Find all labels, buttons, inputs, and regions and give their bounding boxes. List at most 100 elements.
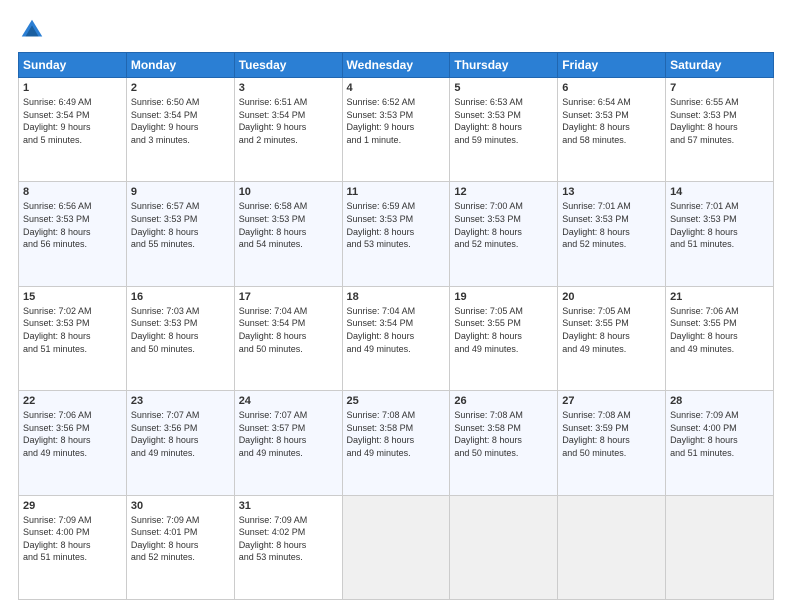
day-info: Sunrise: 7:08 AM Sunset: 3:58 PM Dayligh… [347, 409, 446, 459]
calendar-cell: 12 Sunrise: 7:00 AM Sunset: 3:53 PM Dayli… [450, 182, 558, 286]
day-info: Sunrise: 7:09 AM Sunset: 4:01 PM Dayligh… [131, 514, 230, 564]
day-number: 3 [239, 82, 338, 94]
day-number: 2 [131, 82, 230, 94]
day-info: Sunrise: 7:06 AM Sunset: 3:55 PM Dayligh… [670, 305, 769, 355]
day-info: Sunrise: 6:52 AM Sunset: 3:53 PM Dayligh… [347, 96, 446, 146]
day-number: 5 [454, 82, 553, 94]
day-info: Sunrise: 6:53 AM Sunset: 3:53 PM Dayligh… [454, 96, 553, 146]
calendar-cell: 30 Sunrise: 7:09 AM Sunset: 4:01 PM Dayli… [126, 495, 234, 599]
day-number: 11 [347, 186, 446, 198]
calendar-cell: 2 Sunrise: 6:50 AM Sunset: 3:54 PM Daylig… [126, 78, 234, 182]
col-header-thursday: Thursday [450, 53, 558, 78]
day-info: Sunrise: 6:49 AM Sunset: 3:54 PM Dayligh… [23, 96, 122, 146]
day-info: Sunrise: 7:09 AM Sunset: 4:00 PM Dayligh… [23, 514, 122, 564]
page: SundayMondayTuesdayWednesdayThursdayFrid… [0, 0, 792, 612]
calendar-cell: 3 Sunrise: 6:51 AM Sunset: 3:54 PM Daylig… [234, 78, 342, 182]
day-info: Sunrise: 7:04 AM Sunset: 3:54 PM Dayligh… [347, 305, 446, 355]
day-info: Sunrise: 6:57 AM Sunset: 3:53 PM Dayligh… [131, 200, 230, 250]
calendar-cell: 31 Sunrise: 7:09 AM Sunset: 4:02 PM Dayli… [234, 495, 342, 599]
day-number: 7 [670, 82, 769, 94]
day-number: 28 [670, 395, 769, 407]
day-number: 23 [131, 395, 230, 407]
day-info: Sunrise: 7:06 AM Sunset: 3:56 PM Dayligh… [23, 409, 122, 459]
calendar-cell [342, 495, 450, 599]
calendar-cell: 4 Sunrise: 6:52 AM Sunset: 3:53 PM Daylig… [342, 78, 450, 182]
calendar-cell: 20 Sunrise: 7:05 AM Sunset: 3:55 PM Dayli… [558, 286, 666, 390]
day-number: 16 [131, 291, 230, 303]
day-number: 29 [23, 500, 122, 512]
calendar-cell: 13Sunrise: 7:01 AM Sunset: 3:53 PM Dayli… [558, 182, 666, 286]
calendar-cell: 18 Sunrise: 7:04 AM Sunset: 3:54 PM Dayli… [342, 286, 450, 390]
calendar-cell: 24 Sunrise: 7:07 AM Sunset: 3:57 PM Dayli… [234, 391, 342, 495]
day-number: 18 [347, 291, 446, 303]
calendar-cell: 6 Sunrise: 6:54 AM Sunset: 3:53 PM Daylig… [558, 78, 666, 182]
calendar-cell: 26 Sunrise: 7:08 AM Sunset: 3:58 PM Dayli… [450, 391, 558, 495]
calendar-cell: 11 Sunrise: 6:59 AM Sunset: 3:53 PM Dayli… [342, 182, 450, 286]
day-info: Sunrise: 7:09 AM Sunset: 4:02 PM Dayligh… [239, 514, 338, 564]
day-info: Sunrise: 7:08 AM Sunset: 3:58 PM Dayligh… [454, 409, 553, 459]
calendar-cell: 22 Sunrise: 7:06 AM Sunset: 3:56 PM Dayli… [19, 391, 127, 495]
day-number: 22 [23, 395, 122, 407]
day-info: Sunrise: 7:03 AM Sunset: 3:53 PM Dayligh… [131, 305, 230, 355]
col-header-monday: Monday [126, 53, 234, 78]
day-number: 31 [239, 500, 338, 512]
day-number: 30 [131, 500, 230, 512]
calendar-cell: 5 Sunrise: 6:53 AM Sunset: 3:53 PM Daylig… [450, 78, 558, 182]
col-header-saturday: Saturday [666, 53, 774, 78]
calendar-cell: 8Sunrise: 6:56 AM Sunset: 3:53 PM Daylig… [19, 182, 127, 286]
day-number: 24 [239, 395, 338, 407]
day-info: Sunrise: 6:51 AM Sunset: 3:54 PM Dayligh… [239, 96, 338, 146]
calendar-cell: 17 Sunrise: 7:04 AM Sunset: 3:54 PM Dayli… [234, 286, 342, 390]
day-info: Sunrise: 7:04 AM Sunset: 3:54 PM Dayligh… [239, 305, 338, 355]
calendar-cell: 21Sunrise: 7:06 AM Sunset: 3:55 PM Dayli… [666, 286, 774, 390]
calendar-cell: 25 Sunrise: 7:08 AM Sunset: 3:58 PM Dayli… [342, 391, 450, 495]
day-info: Sunrise: 7:08 AM Sunset: 3:59 PM Dayligh… [562, 409, 661, 459]
day-info: Sunrise: 7:05 AM Sunset: 3:55 PM Dayligh… [562, 305, 661, 355]
calendar-cell [666, 495, 774, 599]
day-number: 1 [23, 82, 122, 94]
day-number: 8 [23, 186, 122, 198]
day-number: 17 [239, 291, 338, 303]
logo-icon [18, 16, 46, 44]
day-number: 20 [562, 291, 661, 303]
day-info: Sunrise: 7:00 AM Sunset: 3:53 PM Dayligh… [454, 200, 553, 250]
day-number: 27 [562, 395, 661, 407]
col-header-sunday: Sunday [19, 53, 127, 78]
day-info: Sunrise: 6:55 AM Sunset: 3:53 PM Dayligh… [670, 96, 769, 146]
day-number: 12 [454, 186, 553, 198]
calendar-cell: 7 Sunrise: 6:55 AM Sunset: 3:53 PM Daylig… [666, 78, 774, 182]
day-info: Sunrise: 6:59 AM Sunset: 3:53 PM Dayligh… [347, 200, 446, 250]
day-info: Sunrise: 6:54 AM Sunset: 3:53 PM Dayligh… [562, 96, 661, 146]
calendar-cell: 9 Sunrise: 6:57 AM Sunset: 3:53 PM Daylig… [126, 182, 234, 286]
day-info: Sunrise: 7:05 AM Sunset: 3:55 PM Dayligh… [454, 305, 553, 355]
day-number: 25 [347, 395, 446, 407]
day-info: Sunrise: 7:01 AM Sunset: 3:53 PM Dayligh… [670, 200, 769, 250]
col-header-friday: Friday [558, 53, 666, 78]
calendar-cell: 10Sunrise: 6:58 AM Sunset: 3:53 PM Dayli… [234, 182, 342, 286]
day-number: 6 [562, 82, 661, 94]
day-info: Sunrise: 7:02 AM Sunset: 3:53 PM Dayligh… [23, 305, 122, 355]
day-number: 9 [131, 186, 230, 198]
calendar-cell [558, 495, 666, 599]
calendar-cell: 27 Sunrise: 7:08 AM Sunset: 3:59 PM Dayli… [558, 391, 666, 495]
day-info: Sunrise: 7:01 AM Sunset: 3:53 PM Dayligh… [562, 200, 661, 250]
calendar-cell: 29 Sunrise: 7:09 AM Sunset: 4:00 PM Dayli… [19, 495, 127, 599]
day-number: 4 [347, 82, 446, 94]
calendar-cell: 1 Sunrise: 6:49 AM Sunset: 3:54 PM Daylig… [19, 78, 127, 182]
day-info: Sunrise: 7:07 AM Sunset: 3:56 PM Dayligh… [131, 409, 230, 459]
day-info: Sunrise: 7:07 AM Sunset: 3:57 PM Dayligh… [239, 409, 338, 459]
day-number: 15 [23, 291, 122, 303]
col-header-wednesday: Wednesday [342, 53, 450, 78]
day-number: 19 [454, 291, 553, 303]
day-number: 26 [454, 395, 553, 407]
calendar-cell: 15 Sunrise: 7:02 AM Sunset: 3:53 PM Dayli… [19, 286, 127, 390]
day-info: Sunrise: 7:09 AM Sunset: 4:00 PM Dayligh… [670, 409, 769, 459]
day-info: Sunrise: 6:50 AM Sunset: 3:54 PM Dayligh… [131, 96, 230, 146]
logo [18, 16, 50, 44]
day-number: 10 [239, 186, 338, 198]
calendar-cell: 14Sunrise: 7:01 AM Sunset: 3:53 PM Dayli… [666, 182, 774, 286]
col-header-tuesday: Tuesday [234, 53, 342, 78]
calendar-cell: 19 Sunrise: 7:05 AM Sunset: 3:55 PM Dayli… [450, 286, 558, 390]
calendar-table: SundayMondayTuesdayWednesdayThursdayFrid… [18, 52, 774, 600]
calendar-cell [450, 495, 558, 599]
